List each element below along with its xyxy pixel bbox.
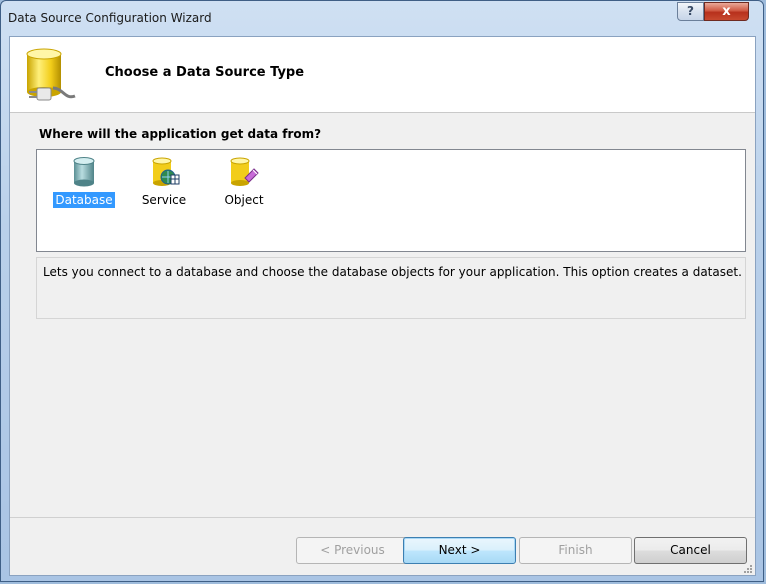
database-icon bbox=[72, 156, 96, 191]
list-item-label: Database bbox=[53, 192, 115, 208]
list-item-object[interactable]: Object bbox=[209, 150, 279, 222]
list-item-label: Service bbox=[141, 193, 187, 207]
footer-divider bbox=[10, 517, 755, 518]
next-button[interactable]: Next > bbox=[403, 537, 516, 564]
list-item-label: Object bbox=[224, 193, 264, 207]
page-title: Choose a Data Source Type bbox=[105, 65, 305, 80]
service-icon bbox=[147, 156, 181, 191]
data-source-list[interactable]: Database Service Object bbox=[36, 149, 746, 252]
window-title: Data Source Configuration Wizard bbox=[8, 11, 212, 25]
database-plug-icon bbox=[23, 44, 85, 109]
wizard-window: Data Source Configuration Wizard ? x Cho… bbox=[0, 0, 764, 582]
list-item-database[interactable]: Database bbox=[49, 150, 119, 222]
wizard-client-area: Choose a Data Source Type Where will the… bbox=[9, 36, 756, 576]
header-band: Choose a Data Source Type bbox=[10, 37, 755, 113]
title-bar[interactable]: Data Source Configuration Wizard ? x bbox=[1, 1, 763, 35]
list-item-service[interactable]: Service bbox=[129, 150, 199, 222]
description-box: Lets you connect to a database and choos… bbox=[36, 257, 746, 319]
resize-grip-icon[interactable] bbox=[743, 563, 753, 573]
question-label: Where will the application get data from… bbox=[39, 127, 322, 141]
previous-button[interactable]: < Previous bbox=[296, 537, 409, 564]
object-icon bbox=[227, 156, 261, 191]
cancel-button[interactable]: Cancel bbox=[634, 537, 747, 564]
help-button[interactable]: ? bbox=[677, 2, 704, 21]
finish-button[interactable]: Finish bbox=[519, 537, 632, 564]
close-button[interactable]: x bbox=[704, 2, 749, 21]
description-text: Lets you connect to a database and choos… bbox=[43, 265, 742, 279]
